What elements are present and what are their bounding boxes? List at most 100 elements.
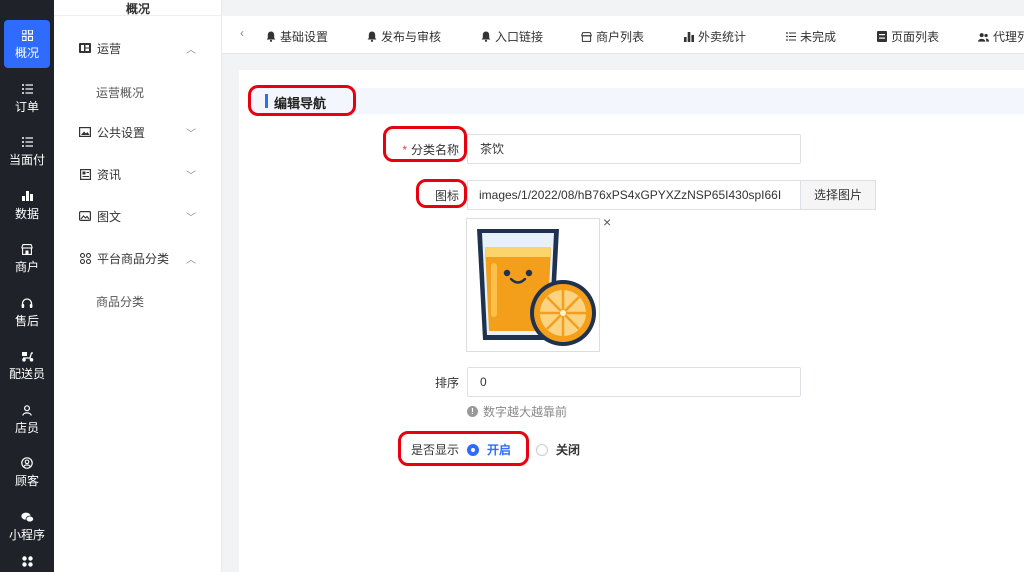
icon-path-input[interactable]: images/1/2022/08/hB76xPS4xGPYXZzNSP65I43… — [467, 180, 801, 210]
sidebar-item-platform-categories[interactable]: 平台商品分类 ︿ — [54, 240, 222, 276]
juice-illustration — [477, 229, 596, 346]
icon-label: 图标 — [434, 189, 459, 203]
user-circle-icon — [20, 456, 34, 470]
tab-publish-review[interactable]: 发布与审核 — [366, 28, 441, 45]
rail-item-more-apps[interactable] — [4, 548, 50, 572]
sidebar-item-public-settings[interactable]: 公共设置 ﹀ — [54, 114, 222, 150]
tab-label: 未完成 — [800, 30, 837, 44]
dashboard-icon — [79, 42, 91, 54]
tab-delivery-stats[interactable]: 外卖统计 — [683, 28, 746, 45]
rail-label: 数据 — [14, 207, 39, 221]
store-icon — [20, 242, 34, 256]
show-off-label: 关闭 — [556, 443, 581, 457]
category-name-label-text: 分类名称 — [410, 143, 459, 157]
edit-nav-form-card: 编辑导航 * 分类名称 茶饮 图标 images/1/2022/08/hB76xP… — [239, 70, 1024, 572]
show-on-radio[interactable]: 开启 — [467, 441, 511, 458]
apps-icon — [20, 555, 34, 568]
bell-icon — [480, 31, 491, 42]
bell-icon — [265, 31, 276, 42]
tab-label: 发布与审核 — [381, 30, 442, 44]
rail-item-staff[interactable]: 店员 — [4, 395, 50, 443]
scooter-icon — [20, 349, 34, 363]
tab-label: 商户列表 — [596, 30, 645, 44]
wechat-icon — [20, 510, 34, 524]
tab-entry-links[interactable]: 入口链接 — [480, 28, 543, 45]
sidebar-subitem-operations-overview[interactable]: 运营概况 — [96, 84, 144, 101]
bell-icon — [366, 31, 377, 42]
tab-label: 外卖统计 — [698, 30, 747, 44]
tab-label: 页面列表 — [891, 30, 940, 44]
users-icon — [978, 31, 989, 42]
rail-item-merchant[interactable]: 商户 — [4, 234, 50, 282]
news-icon — [79, 168, 91, 180]
rail-item-orders[interactable]: 订单 — [4, 74, 50, 122]
headset-icon — [20, 296, 34, 310]
chevron-up-icon: ︿ — [186, 44, 196, 56]
show-on-label: 开启 — [487, 443, 512, 457]
sidebar-item-graphics[interactable]: 图文 ﹀ — [54, 198, 222, 234]
rail-item-mini-program[interactable]: 小程序 — [4, 502, 50, 550]
category-icon — [79, 252, 91, 264]
list-icon — [20, 135, 34, 149]
chevron-down-icon: ﹀ — [186, 128, 196, 140]
sidebar-item-label: 资讯 — [97, 167, 122, 182]
store-icon — [581, 31, 592, 42]
grid-icon — [20, 28, 34, 42]
tab-page-list[interactable]: 页面列表 — [876, 28, 939, 45]
tab-agent-list[interactable]: 代理列 — [978, 28, 1024, 45]
sidebar-subitem-product-categories[interactable]: 商品分类 — [96, 293, 144, 310]
sidebar-item-news[interactable]: 资讯 ﹀ — [54, 156, 222, 192]
tab-label: 基础设置 — [280, 30, 329, 44]
rail-label: 配送员 — [8, 367, 45, 381]
remove-image-icon[interactable]: × — [603, 214, 611, 230]
rail-item-customer[interactable]: 顾客 — [4, 448, 50, 496]
rail-label: 当面付 — [8, 153, 45, 167]
chevron-up-icon: ︿ — [186, 254, 196, 266]
user-icon — [20, 403, 34, 417]
list-icon — [20, 82, 34, 96]
rail-label: 店员 — [14, 421, 39, 435]
radio-unselected-icon — [536, 443, 548, 456]
sidebar-item-label: 图文 — [97, 209, 122, 224]
rail-label: 概况 — [14, 46, 39, 60]
tab-basic-settings[interactable]: 基础设置 — [265, 28, 328, 45]
main-nav-rail: 概况 订单 当面付 数据 商户 售后 配送员 店员 顾客 小程序 — [0, 0, 54, 572]
sidebar-item-label: 公共设置 — [97, 125, 146, 140]
rail-item-face-pay[interactable]: 当面付 — [4, 127, 50, 175]
rail-item-overview[interactable]: 概况 — [4, 20, 50, 68]
sort-label: 排序 — [434, 376, 459, 390]
top-tab-bar: ‹ 基础设置 发布与审核 入口链接 商户列表 外卖统计 未完成 页面列表 代理列 — [222, 16, 1024, 54]
bar-chart-icon — [683, 31, 694, 42]
sort-hint: ! 数字越大越靠前 — [467, 403, 567, 420]
rail-item-after-sale[interactable]: 售后 — [4, 288, 50, 336]
secondary-sidebar: 概况 运营 ︿ 运营概况 公共设置 ﹀ 资讯 ﹀ 图文 ﹀ 平台商品分类 ︿ 商… — [54, 0, 222, 572]
page-icon — [876, 31, 887, 42]
sidebar-title: 概况 — [54, 0, 222, 16]
radio-selected-icon — [467, 443, 479, 456]
select-image-button[interactable]: 选择图片 — [800, 180, 876, 210]
rail-label: 售后 — [14, 314, 39, 328]
app-root: 概况 订单 当面付 数据 商户 售后 配送员 店员 顾客 小程序 概况 运营 ︿… — [0, 0, 1024, 572]
tab-unfinished[interactable]: 未完成 — [785, 28, 836, 45]
chevron-left-icon[interactable]: ‹ — [240, 26, 244, 40]
rail-item-data[interactable]: 数据 — [4, 181, 50, 229]
required-mark: * — [402, 143, 407, 157]
sort-hint-text: 数字越大越靠前 — [483, 405, 568, 419]
show-label: 是否显示 — [410, 443, 459, 457]
icon-preview-image — [466, 218, 600, 352]
chevron-down-icon: ﹀ — [186, 212, 196, 224]
category-name-input[interactable]: 茶饮 — [467, 134, 801, 164]
show-off-radio[interactable]: 关闭 — [536, 441, 580, 458]
rail-label: 订单 — [14, 100, 39, 114]
sort-input[interactable]: 0 — [467, 367, 801, 397]
sidebar-item-operations[interactable]: 运营 ︿ — [54, 30, 222, 66]
tab-label: 代理列 — [993, 30, 1024, 44]
rail-label: 小程序 — [8, 528, 45, 542]
category-name-label: * 分类名称 — [402, 141, 459, 158]
tab-merchant-list[interactable]: 商户列表 — [581, 28, 644, 45]
rail-label: 商户 — [14, 260, 39, 274]
rail-item-courier[interactable]: 配送员 — [4, 341, 50, 389]
tab-label: 入口链接 — [495, 30, 544, 44]
chevron-down-icon: ﹀ — [186, 170, 196, 182]
picture-icon — [79, 210, 91, 222]
